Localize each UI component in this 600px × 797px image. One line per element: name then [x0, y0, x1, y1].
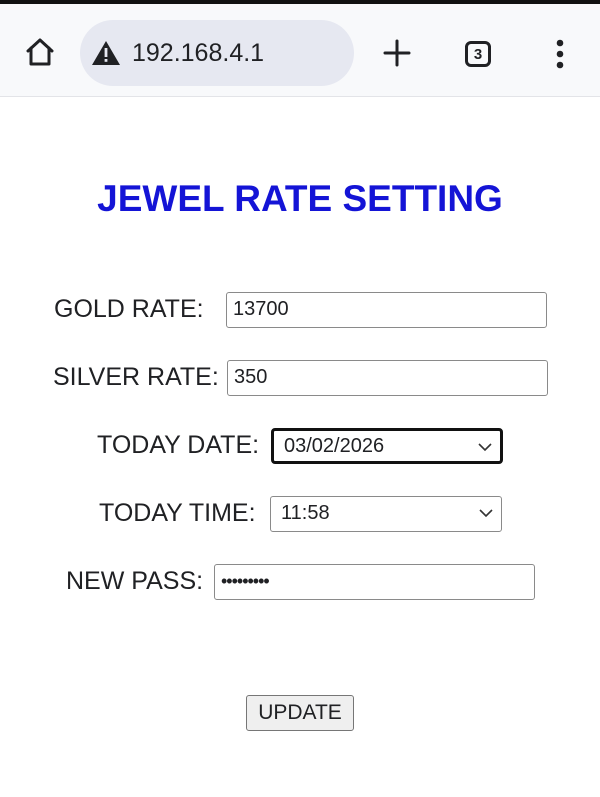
- today-date-select[interactable]: 03/02/2026: [271, 428, 503, 464]
- today-date-label: TODAY DATE:: [97, 431, 260, 459]
- silver-rate-label: SILVER RATE:: [53, 363, 219, 391]
- today-time-value: 11:58: [281, 502, 330, 524]
- gold-rate-input[interactable]: 13700: [226, 292, 547, 328]
- chevron-down-icon: [478, 443, 492, 452]
- update-button[interactable]: UPDATE: [246, 695, 354, 731]
- tab-switcher-icon: 3: [465, 41, 491, 67]
- home-button[interactable]: [20, 32, 60, 72]
- today-date-value: 03/02/2026: [284, 435, 385, 457]
- today-time-select[interactable]: 11:58: [270, 496, 502, 532]
- address-bar[interactable]: 192.168.4.1: [80, 20, 354, 86]
- new-pass-label: NEW PASS:: [66, 567, 204, 595]
- more-vert-icon: [556, 39, 564, 69]
- browser-toolbar: 192.168.4.1 3: [0, 4, 600, 96]
- silver-rate-input[interactable]: 350: [227, 360, 548, 396]
- warning-icon[interactable]: [90, 39, 122, 67]
- plus-icon: [383, 39, 411, 67]
- new-tab-button[interactable]: [376, 32, 418, 74]
- page-title: JEWEL RATE SETTING: [97, 178, 503, 219]
- new-pass-input[interactable]: •••••••••: [214, 564, 535, 600]
- chevron-down-icon: [479, 509, 493, 518]
- home-icon: [26, 38, 54, 66]
- gold-rate-label: GOLD RATE:: [54, 295, 204, 323]
- browser-menu-button[interactable]: [548, 34, 572, 74]
- tab-count: 3: [473, 45, 483, 63]
- toolbar-divider: [0, 96, 600, 97]
- url-text: 192.168.4.1: [132, 39, 265, 67]
- today-time-label: TODAY TIME:: [99, 499, 256, 527]
- tab-switcher-button[interactable]: 3: [462, 38, 494, 70]
